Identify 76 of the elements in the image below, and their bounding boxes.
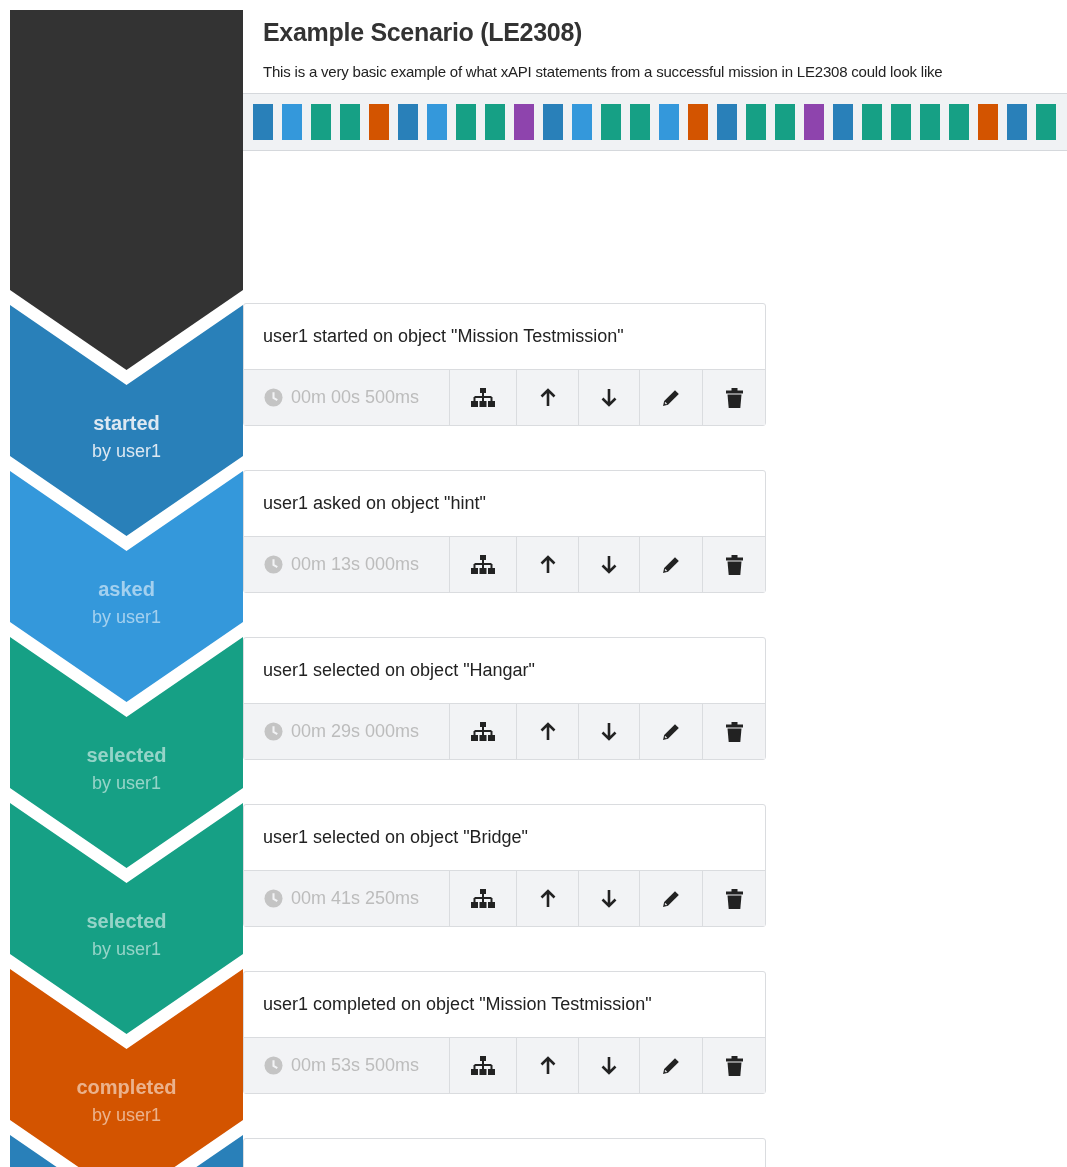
elapsed-time: 00m 00s 500ms [291, 387, 420, 408]
up-arrow-icon [539, 555, 556, 574]
step-verb: asked [98, 578, 155, 600]
down-arrow-icon [601, 722, 618, 741]
down-arrow-icon [601, 1056, 618, 1075]
trash-icon [725, 554, 743, 575]
statement-marker[interactable] [572, 104, 592, 140]
step-verb: selected [86, 910, 167, 932]
step-actor: by user1 [92, 441, 161, 461]
step-actor: by user1 [92, 1105, 161, 1125]
step-verb: started [93, 412, 160, 434]
timeline-step-shape[interactable] [10, 305, 243, 536]
up-arrow-icon [539, 388, 556, 407]
up-arrow-icon [539, 722, 556, 741]
statement-text: user1 completed on object "Mission Testmission" [263, 994, 652, 1015]
statement-marker[interactable] [630, 104, 650, 140]
statement-marker[interactable] [688, 104, 708, 140]
up-arrow-icon [539, 889, 556, 908]
elapsed-time: 00m 29s 000ms [291, 721, 420, 742]
trash-icon [725, 1055, 743, 1076]
statement-marker[interactable] [746, 104, 766, 140]
sitemap-icon [471, 888, 496, 909]
statement-marker[interactable] [891, 104, 911, 140]
statement-marker[interactable] [1007, 104, 1027, 140]
statement-marker[interactable] [1036, 104, 1056, 140]
down-arrow-icon [601, 388, 618, 407]
statement-marker[interactable] [862, 104, 882, 140]
statement-marker[interactable] [427, 104, 447, 140]
elapsed-time: 00m 41s 250ms [291, 888, 420, 909]
statement-marker[interactable] [253, 104, 273, 140]
trash-icon [725, 721, 743, 742]
scenario-description: This is a very basic example of what xAPI statements from a successful mission in LE2308 could look like [263, 62, 944, 82]
statement-marker[interactable] [775, 104, 795, 140]
statement-marker[interactable] [340, 104, 360, 140]
step-verb: selected [86, 744, 167, 766]
clock-icon [264, 1056, 283, 1075]
clock-icon [264, 555, 283, 574]
sitemap-icon [471, 387, 496, 408]
statement-marker[interactable] [543, 104, 563, 140]
step-actor: by user1 [92, 773, 161, 793]
clock-icon [264, 722, 283, 741]
statement-marker[interactable] [833, 104, 853, 140]
step-actor: by user1 [92, 939, 161, 959]
step-actor: by user1 [92, 607, 161, 627]
step-verb: completed [76, 1076, 177, 1098]
statement-marker[interactable] [398, 104, 418, 140]
sitemap-icon [471, 721, 496, 742]
sitemap-icon [471, 1055, 496, 1076]
statement-marker[interactable] [659, 104, 679, 140]
statement-marker[interactable] [485, 104, 505, 140]
statement-text: user1 selected on object "Hangar" [263, 660, 535, 681]
statement-marker[interactable] [369, 104, 389, 140]
elapsed-time: 00m 13s 000ms [291, 554, 420, 575]
clock-icon [264, 889, 283, 908]
statement-marker[interactable] [311, 104, 331, 140]
statement-marker[interactable] [717, 104, 737, 140]
statement-marker[interactable] [978, 104, 998, 140]
statement-marker[interactable] [456, 104, 476, 140]
statement-text: user1 asked on object "hint" [263, 493, 486, 514]
statement-marker[interactable] [282, 104, 302, 140]
down-arrow-icon [601, 889, 618, 908]
statement-marker[interactable] [601, 104, 621, 140]
clock-icon [264, 388, 283, 407]
statement-marker[interactable] [514, 104, 534, 140]
statement-marker[interactable] [804, 104, 824, 140]
sitemap-icon [471, 554, 496, 575]
statement-marker[interactable] [949, 104, 969, 140]
elapsed-time: 00m 53s 500ms [291, 1055, 420, 1076]
down-arrow-icon [601, 555, 618, 574]
trash-icon [725, 387, 743, 408]
statement-text: user1 started on object "Mission Testmission" [263, 326, 624, 347]
scenario-title: Example Scenario (LE2308) [263, 17, 584, 48]
up-arrow-icon [539, 1056, 556, 1075]
trash-icon [725, 888, 743, 909]
statement-text: user1 selected on object "Bridge" [263, 827, 528, 848]
statement-marker[interactable] [920, 104, 940, 140]
